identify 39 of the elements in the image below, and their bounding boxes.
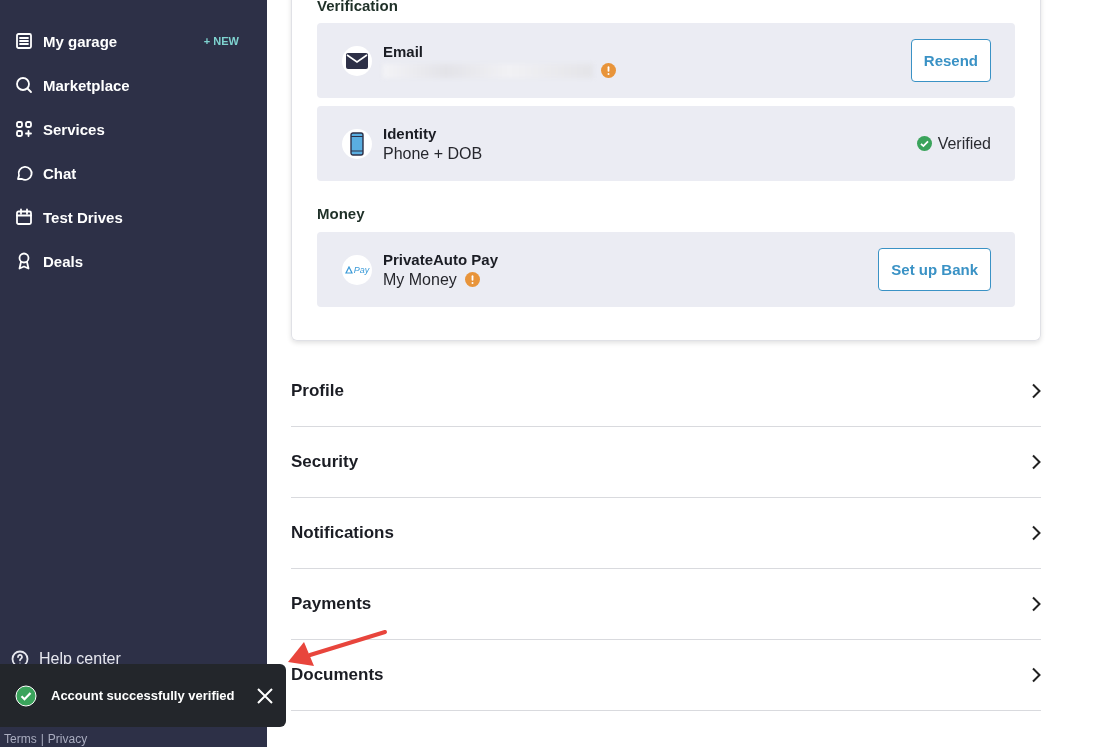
nav-item[interactable]: Marketplace xyxy=(0,64,267,106)
row-title: Email xyxy=(383,43,425,60)
grid-icon xyxy=(14,119,34,139)
chevron-icon xyxy=(1031,667,1041,683)
settings-row[interactable]: Payments xyxy=(291,569,1041,640)
new-link[interactable]: + NEW xyxy=(203,35,239,47)
chevron-icon xyxy=(1031,383,1041,399)
group-heading: Verification xyxy=(317,0,399,14)
search-icon xyxy=(14,75,34,95)
settings-row[interactable]: Profile xyxy=(291,341,1041,427)
nav-item[interactable]: Test Drives xyxy=(0,196,267,238)
calendar-icon xyxy=(14,207,34,227)
status-text: Verified xyxy=(937,134,991,153)
chevron-icon xyxy=(1031,596,1041,612)
toast-message: Account successfully verified xyxy=(51,688,236,703)
group-heading: Money xyxy=(317,205,366,222)
chevron-icon xyxy=(1031,525,1041,541)
row-title: PrivateAuto Pay xyxy=(383,250,500,268)
chat-icon xyxy=(14,163,34,183)
phone-icon xyxy=(342,128,372,159)
row-subtitle: My Money xyxy=(383,270,457,289)
separator: | xyxy=(40,732,44,746)
nav-item[interactable]: Chat xyxy=(0,152,267,194)
legal-link[interactable]: Privacy xyxy=(47,732,88,746)
nav-item[interactable]: My garage + NEW xyxy=(0,20,267,62)
check-icon xyxy=(916,136,932,151)
row-subtitle: Phone + DOB xyxy=(383,144,483,163)
row-title: Identity xyxy=(383,124,438,142)
nav-item[interactable]: Deals xyxy=(0,240,267,282)
garage-icon xyxy=(14,31,34,51)
settings-row[interactable]: Notifications xyxy=(291,498,1041,569)
pay-logo: Pay xyxy=(342,254,372,285)
close-button[interactable] xyxy=(256,686,274,705)
legal-link[interactable]: Terms xyxy=(4,732,37,746)
success-icon xyxy=(15,684,37,707)
nav-item[interactable]: Services xyxy=(0,108,267,150)
settings-row[interactable]: Security xyxy=(291,427,1041,498)
chevron-icon xyxy=(1031,454,1041,470)
envelope-icon xyxy=(342,45,372,76)
